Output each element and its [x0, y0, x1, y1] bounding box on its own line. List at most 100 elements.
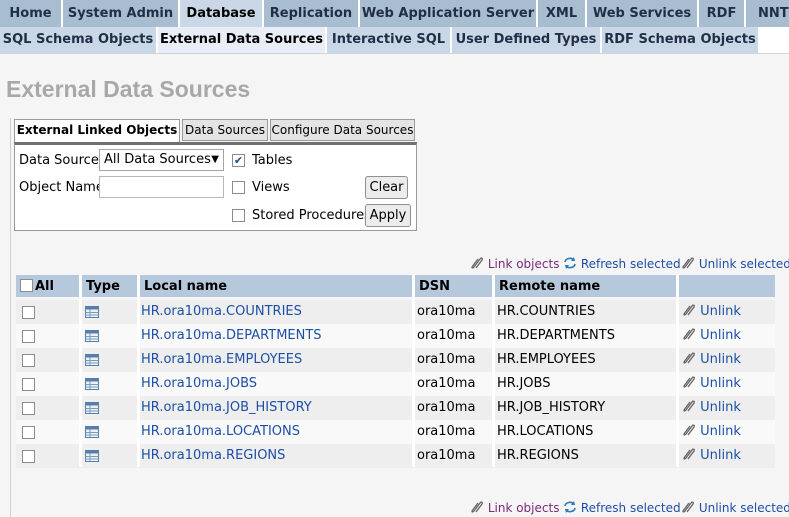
tables-label: Tables	[252, 153, 293, 168]
local-name-link[interactable]: HR.ora10ma.LOCATIONS	[141, 420, 300, 444]
data-source-select[interactable]: All Data Sources ▼	[99, 149, 224, 171]
nav-tab-xml[interactable]: XML	[538, 0, 586, 27]
unlink-label: Unlink	[700, 448, 741, 463]
action-bar-top: Link objects Refresh selected Unlink sel…	[470, 256, 789, 272]
local-name-link[interactable]: HR.ora10ma.COUNTRIES	[141, 300, 302, 324]
tables-checkbox[interactable]: ✔	[232, 154, 245, 167]
unlink-selected-action[interactable]: Unlink selected	[681, 500, 789, 515]
unlink-link[interactable]: Unlink	[682, 396, 741, 420]
views-label: Views	[252, 180, 290, 195]
dsn-cell: ora10ma	[417, 328, 476, 343]
unlink-selected-label: Unlink selected	[698, 257, 789, 271]
refresh-icon	[564, 257, 576, 269]
header-local-name: Local name	[140, 275, 415, 297]
select-all-checkbox[interactable]	[20, 279, 33, 292]
data-source-label: Data Source	[19, 153, 99, 168]
table-icon	[85, 354, 99, 366]
subnav-user-defined-types[interactable]: User Defined Types	[452, 27, 601, 53]
nav-tab-rdf[interactable]: RDF	[699, 0, 745, 27]
table-row: HR.ora10ma.COUNTRIES ora10ma HR.COUNTRIES …	[16, 300, 775, 324]
table-row: HR.ora10ma.EMPLOYEES ora10ma HR.EMPLOYEES …	[16, 348, 775, 372]
local-name-link[interactable]: HR.ora10ma.EMPLOYEES	[141, 348, 302, 372]
local-name-link[interactable]: HR.ora10ma.REGIONS	[141, 444, 285, 468]
unlink-label: Unlink	[700, 328, 741, 343]
row-checkbox[interactable]	[22, 306, 35, 319]
stored-procedures-checkbox[interactable]	[232, 209, 245, 222]
row-checkbox[interactable]	[22, 450, 35, 463]
local-name-link[interactable]: HR.ora10ma.DEPARTMENTS	[141, 324, 322, 348]
refresh-selected-label: Refresh selected	[580, 501, 681, 515]
nav-tab-database[interactable]: Database	[180, 0, 263, 27]
table-icon-wrap	[85, 402, 99, 414]
tab-data-sources[interactable]: Data Sources	[182, 119, 268, 141]
link-objects-label: Link objects	[487, 501, 560, 515]
paperclip-icon	[682, 501, 694, 513]
refresh-selected-label: Refresh selected	[580, 257, 681, 271]
object-name-input[interactable]	[99, 176, 224, 198]
link-objects-action[interactable]: Link objects	[470, 256, 559, 271]
header-all: All	[16, 275, 82, 297]
paperclip-icon	[683, 376, 695, 388]
remote-name-cell: HR.EMPLOYEES	[497, 352, 596, 367]
nav-tab-nntp[interactable]: NNTP	[746, 0, 789, 27]
nav-tab-web-services[interactable]: Web Services	[587, 0, 698, 27]
unlink-selected-label: Unlink selected	[698, 501, 789, 515]
dsn-cell: ora10ma	[417, 304, 476, 319]
remote-name-cell: HR.JOBS	[497, 376, 551, 391]
unlink-selected-action[interactable]: Unlink selected	[681, 256, 789, 271]
table-icon	[85, 450, 99, 462]
local-name-link[interactable]: HR.ora10ma.JOB_HISTORY	[141, 396, 312, 420]
header-dsn: DSN	[415, 275, 495, 297]
subnav-external-data-sources[interactable]: External Data Sources	[158, 27, 326, 53]
views-checkbox[interactable]	[232, 181, 245, 194]
unlink-label: Unlink	[700, 352, 741, 367]
unlink-link[interactable]: Unlink	[682, 348, 741, 372]
row-checkbox[interactable]	[22, 402, 35, 415]
unlink-link[interactable]: Unlink	[682, 420, 741, 444]
table-icon	[85, 330, 99, 342]
header-type: Type	[82, 275, 140, 297]
primary-nav: Home System Admin Database Replication W…	[0, 0, 789, 28]
dsn-cell: ora10ma	[417, 448, 476, 463]
paperclip-icon	[683, 448, 695, 460]
refresh-selected-action[interactable]: Refresh selected	[563, 500, 681, 515]
row-checkbox[interactable]	[22, 426, 35, 439]
header-actions	[679, 275, 775, 297]
tab-configure-data-sources[interactable]: Configure Data Sources	[270, 119, 415, 141]
refresh-selected-action[interactable]: Refresh selected	[563, 256, 681, 271]
column-separator	[676, 275, 679, 467]
link-objects-action[interactable]: Link objects	[470, 500, 559, 515]
link-objects-label: Link objects	[487, 257, 560, 271]
unlink-link[interactable]: Unlink	[682, 324, 741, 348]
remote-name-cell: HR.REGIONS	[497, 448, 579, 463]
dsn-cell: ora10ma	[417, 400, 476, 415]
row-checkbox[interactable]	[22, 378, 35, 391]
table-icon-wrap	[85, 330, 99, 342]
apply-button[interactable]: Apply	[365, 204, 411, 227]
unlink-link[interactable]: Unlink	[682, 300, 741, 324]
unlink-link[interactable]: Unlink	[682, 372, 741, 396]
subnav-sql-schema-objects[interactable]: SQL Schema Objects	[0, 27, 157, 53]
nav-tab-web-application-server[interactable]: Web Application Server	[360, 0, 537, 27]
clear-button[interactable]: Clear	[365, 176, 408, 199]
subnav-interactive-sql[interactable]: Interactive SQL	[327, 27, 451, 53]
table-icon-wrap	[85, 306, 99, 318]
nav-tab-replication[interactable]: Replication	[264, 0, 359, 27]
local-name-link[interactable]: HR.ora10ma.JOBS	[141, 372, 257, 396]
row-checkbox[interactable]	[22, 330, 35, 343]
header-remote-name: Remote name	[495, 275, 679, 297]
unlink-label: Unlink	[700, 400, 741, 415]
unlink-link[interactable]: Unlink	[682, 444, 741, 468]
row-checkbox[interactable]	[22, 354, 35, 367]
chevron-down-icon: ▼	[211, 154, 219, 165]
table-row: HR.ora10ma.LOCATIONS ora10ma HR.LOCATIONS …	[16, 420, 775, 444]
table-row: HR.ora10ma.JOBS ora10ma HR.JOBS Unlink	[16, 372, 775, 396]
remote-name-cell: HR.LOCATIONS	[497, 424, 594, 439]
nav-tab-system-admin[interactable]: System Admin	[63, 0, 179, 27]
subnav-rdf-schema-objects[interactable]: RDF Schema Objects	[602, 27, 759, 53]
table-icon-wrap	[85, 378, 99, 390]
column-separator	[492, 275, 495, 467]
unlink-label: Unlink	[700, 304, 741, 319]
tab-external-linked-objects[interactable]: External Linked Objects	[14, 119, 180, 143]
nav-tab-home[interactable]: Home	[0, 0, 62, 27]
